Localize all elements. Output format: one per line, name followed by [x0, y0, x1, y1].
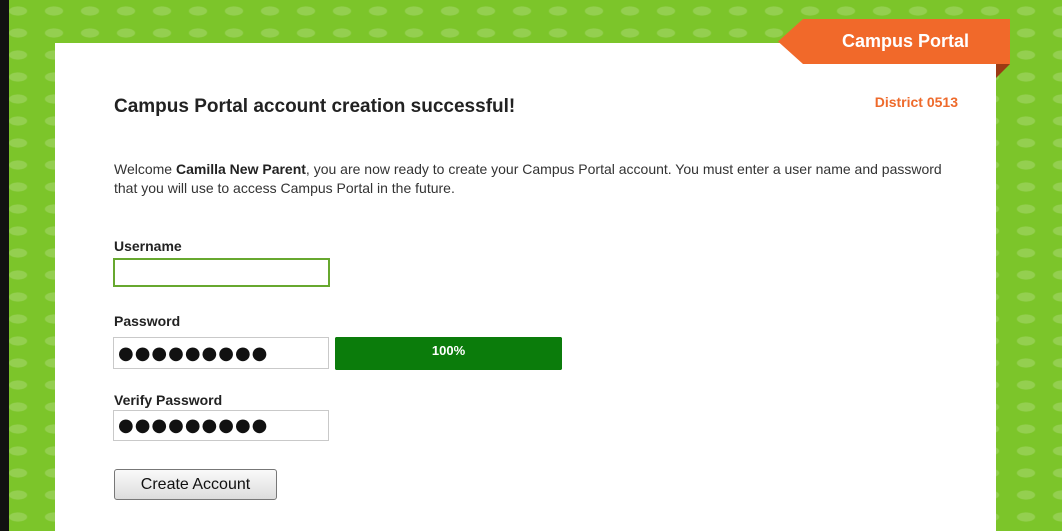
password-strength-meter: 100%	[335, 337, 562, 370]
password-field[interactable]: ●●●●●●●●●	[113, 337, 329, 369]
verify-password-field[interactable]: ●●●●●●●●●	[113, 410, 329, 441]
district-label: District 0513	[874, 94, 958, 110]
page-title: Campus Portal account creation successfu…	[114, 96, 516, 117]
brand-ribbon-fold	[996, 64, 1010, 78]
verify-password-label: Verify Password	[114, 392, 223, 408]
password-strength-text: 100%	[431, 343, 466, 358]
password-label: Password	[114, 313, 181, 329]
window-edge	[0, 0, 9, 531]
welcome-prefix: Welcome	[114, 161, 176, 177]
welcome-user-name: Camilla New Parent	[175, 161, 306, 177]
create-account-button[interactable]: Create Account	[114, 469, 277, 500]
username-field[interactable]	[113, 258, 330, 287]
brand-title: Campus Portal	[841, 31, 970, 51]
username-label: Username	[114, 238, 182, 254]
welcome-message: Welcome Camilla New Parent, you are now …	[114, 160, 964, 198]
